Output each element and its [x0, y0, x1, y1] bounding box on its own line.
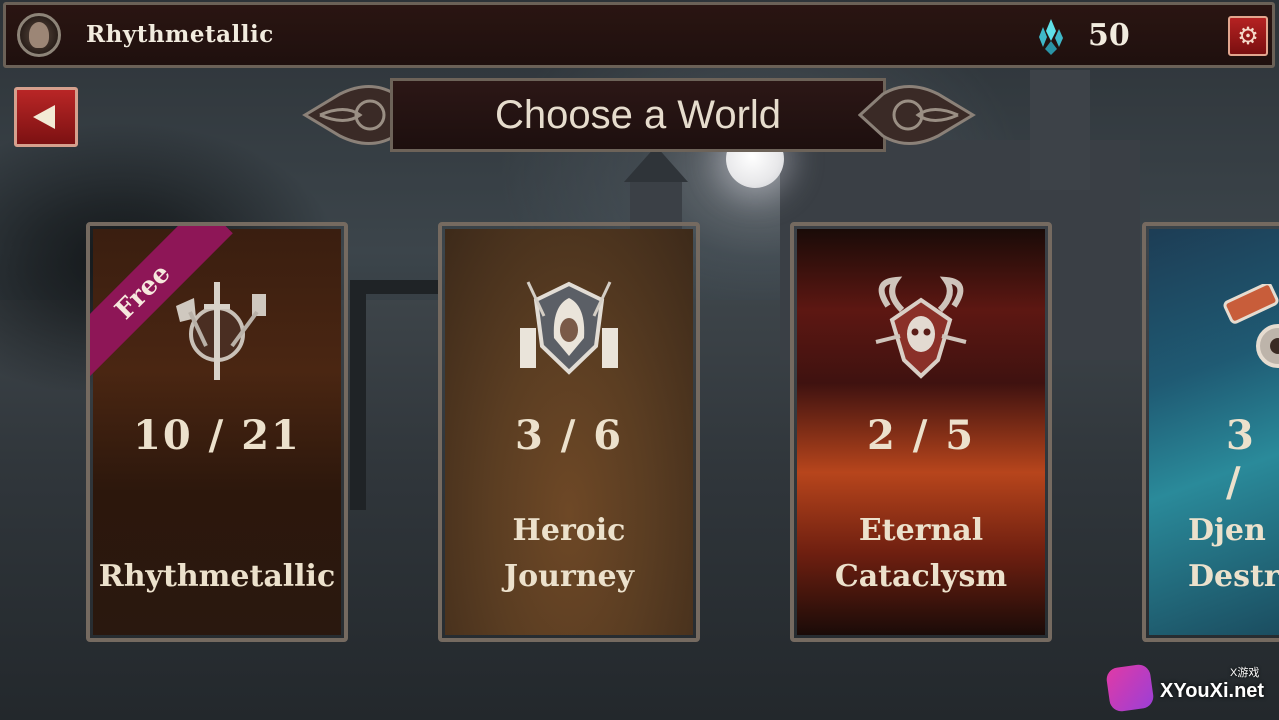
world-name: Heroic Journey [442, 508, 696, 600]
world-name-line2: Cataclysm [834, 559, 1008, 594]
avatar-icon[interactable] [17, 13, 61, 57]
axe-shield-hammer-emblem-icon [176, 282, 266, 380]
gem-count: 50 [1088, 18, 1130, 53]
world-card-partial[interactable]: 3 / Djen Destru [1142, 222, 1279, 642]
world-name: Eternal Cataclysm [794, 508, 1048, 600]
world-name-line2: Journey [503, 559, 635, 594]
world-progress: 3 / [1226, 412, 1256, 506]
world-name: Djen Destru [1188, 508, 1279, 600]
world-card-heroic-journey[interactable]: 3 / 6 Heroic Journey [438, 222, 700, 642]
username: Rhythmetallic [86, 21, 274, 48]
world-name: Rhythmetallic [90, 554, 344, 600]
gamepad-logo-icon [1105, 663, 1155, 713]
horned-skull-emblem-icon [875, 276, 967, 379]
watermark-text: XYouXi.net [1160, 680, 1265, 702]
title-banner: Choose a World [390, 78, 886, 152]
gallows-silhouette [350, 280, 440, 510]
gear-emblem-icon [1223, 284, 1279, 368]
world-name-line1: Eternal [858, 513, 984, 548]
back-arrow-icon [33, 105, 55, 129]
right-ornament-icon [858, 85, 976, 145]
watermark: X游戏 XYouXi.net [1105, 663, 1278, 718]
world-progress: 3 / 6 [514, 412, 624, 459]
world-name-line2: Destru [1188, 559, 1279, 594]
top-bar: Rhythmetallic 50 ⚙ [3, 2, 1275, 68]
world-name-line1: Heroic [512, 513, 626, 548]
settings-button[interactable]: ⚙ [1228, 16, 1268, 56]
world-card-rhythmetallic[interactable]: 10 / 21 Rhythmetallic Free [86, 222, 348, 642]
back-button[interactable] [14, 87, 78, 147]
world-progress: 10 / 21 [133, 412, 301, 459]
world-name-line1: Rhythmetallic [98, 559, 336, 594]
page-title: Choose a World [494, 92, 782, 137]
world-name-line1: Djen [1188, 513, 1266, 548]
hooded-hero-shield-emblem-icon [520, 281, 618, 375]
gear-icon: ⚙ [1237, 22, 1259, 50]
world-progress: 2 / 5 [866, 412, 976, 459]
crystal-gem-icon [1039, 19, 1063, 55]
watermark-small-text: X游戏 [1230, 667, 1260, 679]
world-card-eternal-cataclysm[interactable]: 2 / 5 Eternal Cataclysm [790, 222, 1052, 642]
